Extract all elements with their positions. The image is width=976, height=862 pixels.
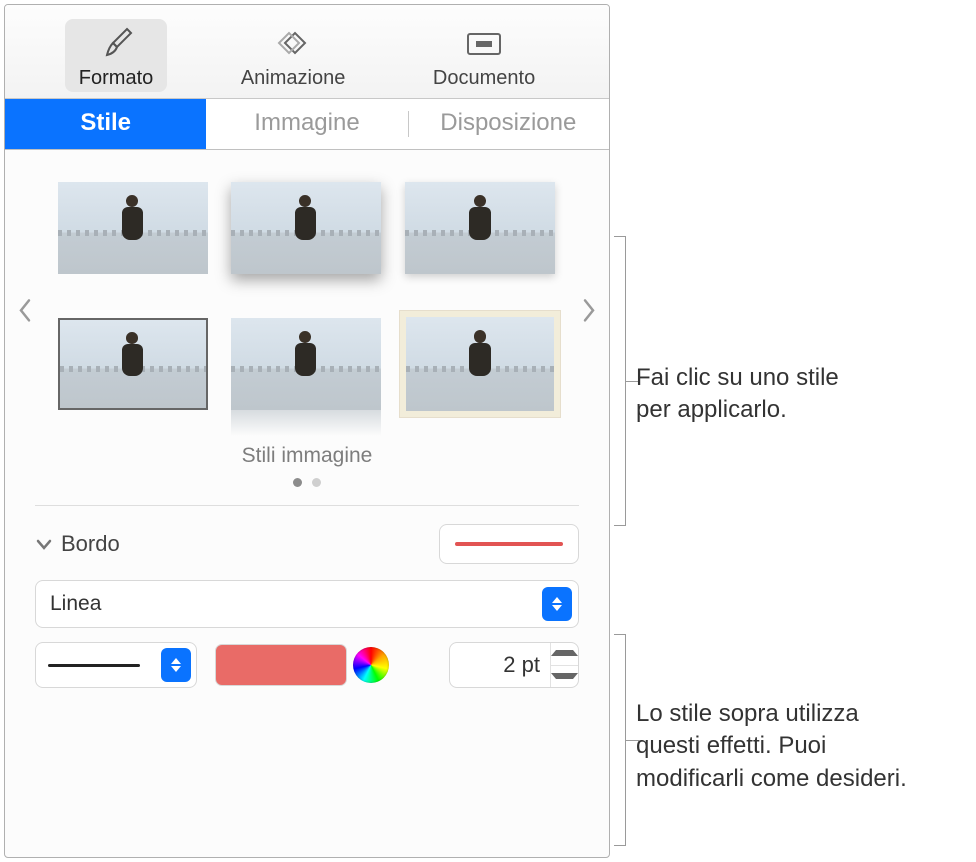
border-width-input[interactable] [450,643,550,687]
border-preview-swatch[interactable] [439,524,579,564]
tab-image[interactable]: Immagine [206,99,407,149]
tab-style[interactable]: Stile [5,99,206,149]
chevron-down-icon [35,537,53,551]
format-tab[interactable]: Formato [65,19,167,92]
styles-section-title: Stili immagine [35,444,579,468]
styles-page-dots [35,478,579,487]
format-tab-label: Formato [79,67,153,90]
slide-icon [462,25,506,61]
border-type-value: Linea [50,592,101,616]
border-disclosure[interactable]: Bordo [35,531,120,557]
callout-a-line1: Fai clic su uno stile [636,362,839,394]
border-color-swatch[interactable] [215,644,347,686]
divider [35,505,579,506]
style-thumb-3[interactable] [399,176,561,280]
style-thumb-1[interactable] [53,176,212,280]
border-header: Bordo [35,524,579,564]
callout-bracket-a [616,236,626,526]
styles-prev-button[interactable] [11,286,39,338]
callout-bracket-b [616,634,626,846]
image-styles-area: Stili immagine [5,150,609,505]
callout-b-line2: questi effetti. Puoi [636,730,907,762]
stepper-down-button[interactable] [551,666,578,688]
callouts: Fai clic su uno stile per applicarlo. Lo… [612,0,976,862]
style-thumb-4[interactable] [53,312,212,416]
style-thumbnails [35,176,579,416]
paintbrush-icon [97,25,135,61]
diamonds-icon [271,25,315,61]
border-preview-line [455,542,563,546]
document-tab[interactable]: Documento [419,19,549,92]
border-width-stepper[interactable] [449,642,579,688]
top-toolbar: Formato Animazione Documento [5,5,609,98]
callout-b-line1: Lo stile sopra utilizza [636,698,907,730]
border-type-dropdown[interactable]: Linea [35,580,579,628]
color-wheel-icon[interactable] [353,647,389,683]
dropdown-stepper-icon [542,587,572,621]
chevron-right-icon [581,296,597,324]
border-color-group [215,644,389,686]
border-section: Bordo Linea [5,520,609,688]
format-panel: Formato Animazione Documento Stile Immag… [4,4,610,858]
callout-b: Lo stile sopra utilizza questi effetti. … [636,698,907,795]
stepper-buttons [550,643,578,687]
dropdown-stepper-icon [161,648,191,682]
style-thumb-6[interactable] [399,312,561,416]
line-style-dropdown[interactable] [35,642,197,688]
chevron-left-icon [17,296,33,324]
border-controls-row [35,642,579,688]
callout-a: Fai clic su uno stile per applicarlo. [636,362,839,427]
format-subtabs: Stile Immagine Disposizione [5,98,609,150]
callout-a-line2: per applicarlo. [636,394,839,426]
styles-next-button[interactable] [575,286,603,338]
animation-tab-label: Animazione [241,67,346,90]
tab-arrange[interactable]: Disposizione [408,99,609,149]
line-style-sample [48,664,140,667]
border-title: Bordo [61,531,120,557]
stepper-up-button[interactable] [551,643,578,666]
style-thumb-5[interactable] [226,312,385,416]
styles-dot-2[interactable] [312,478,321,487]
callout-b-line3: modificarli come desideri. [636,763,907,795]
stage: Formato Animazione Documento Stile Immag… [0,0,976,862]
style-thumb-2[interactable] [226,176,385,280]
document-tab-label: Documento [433,67,535,90]
styles-dot-1[interactable] [293,478,302,487]
animation-tab[interactable]: Animazione [227,19,360,92]
